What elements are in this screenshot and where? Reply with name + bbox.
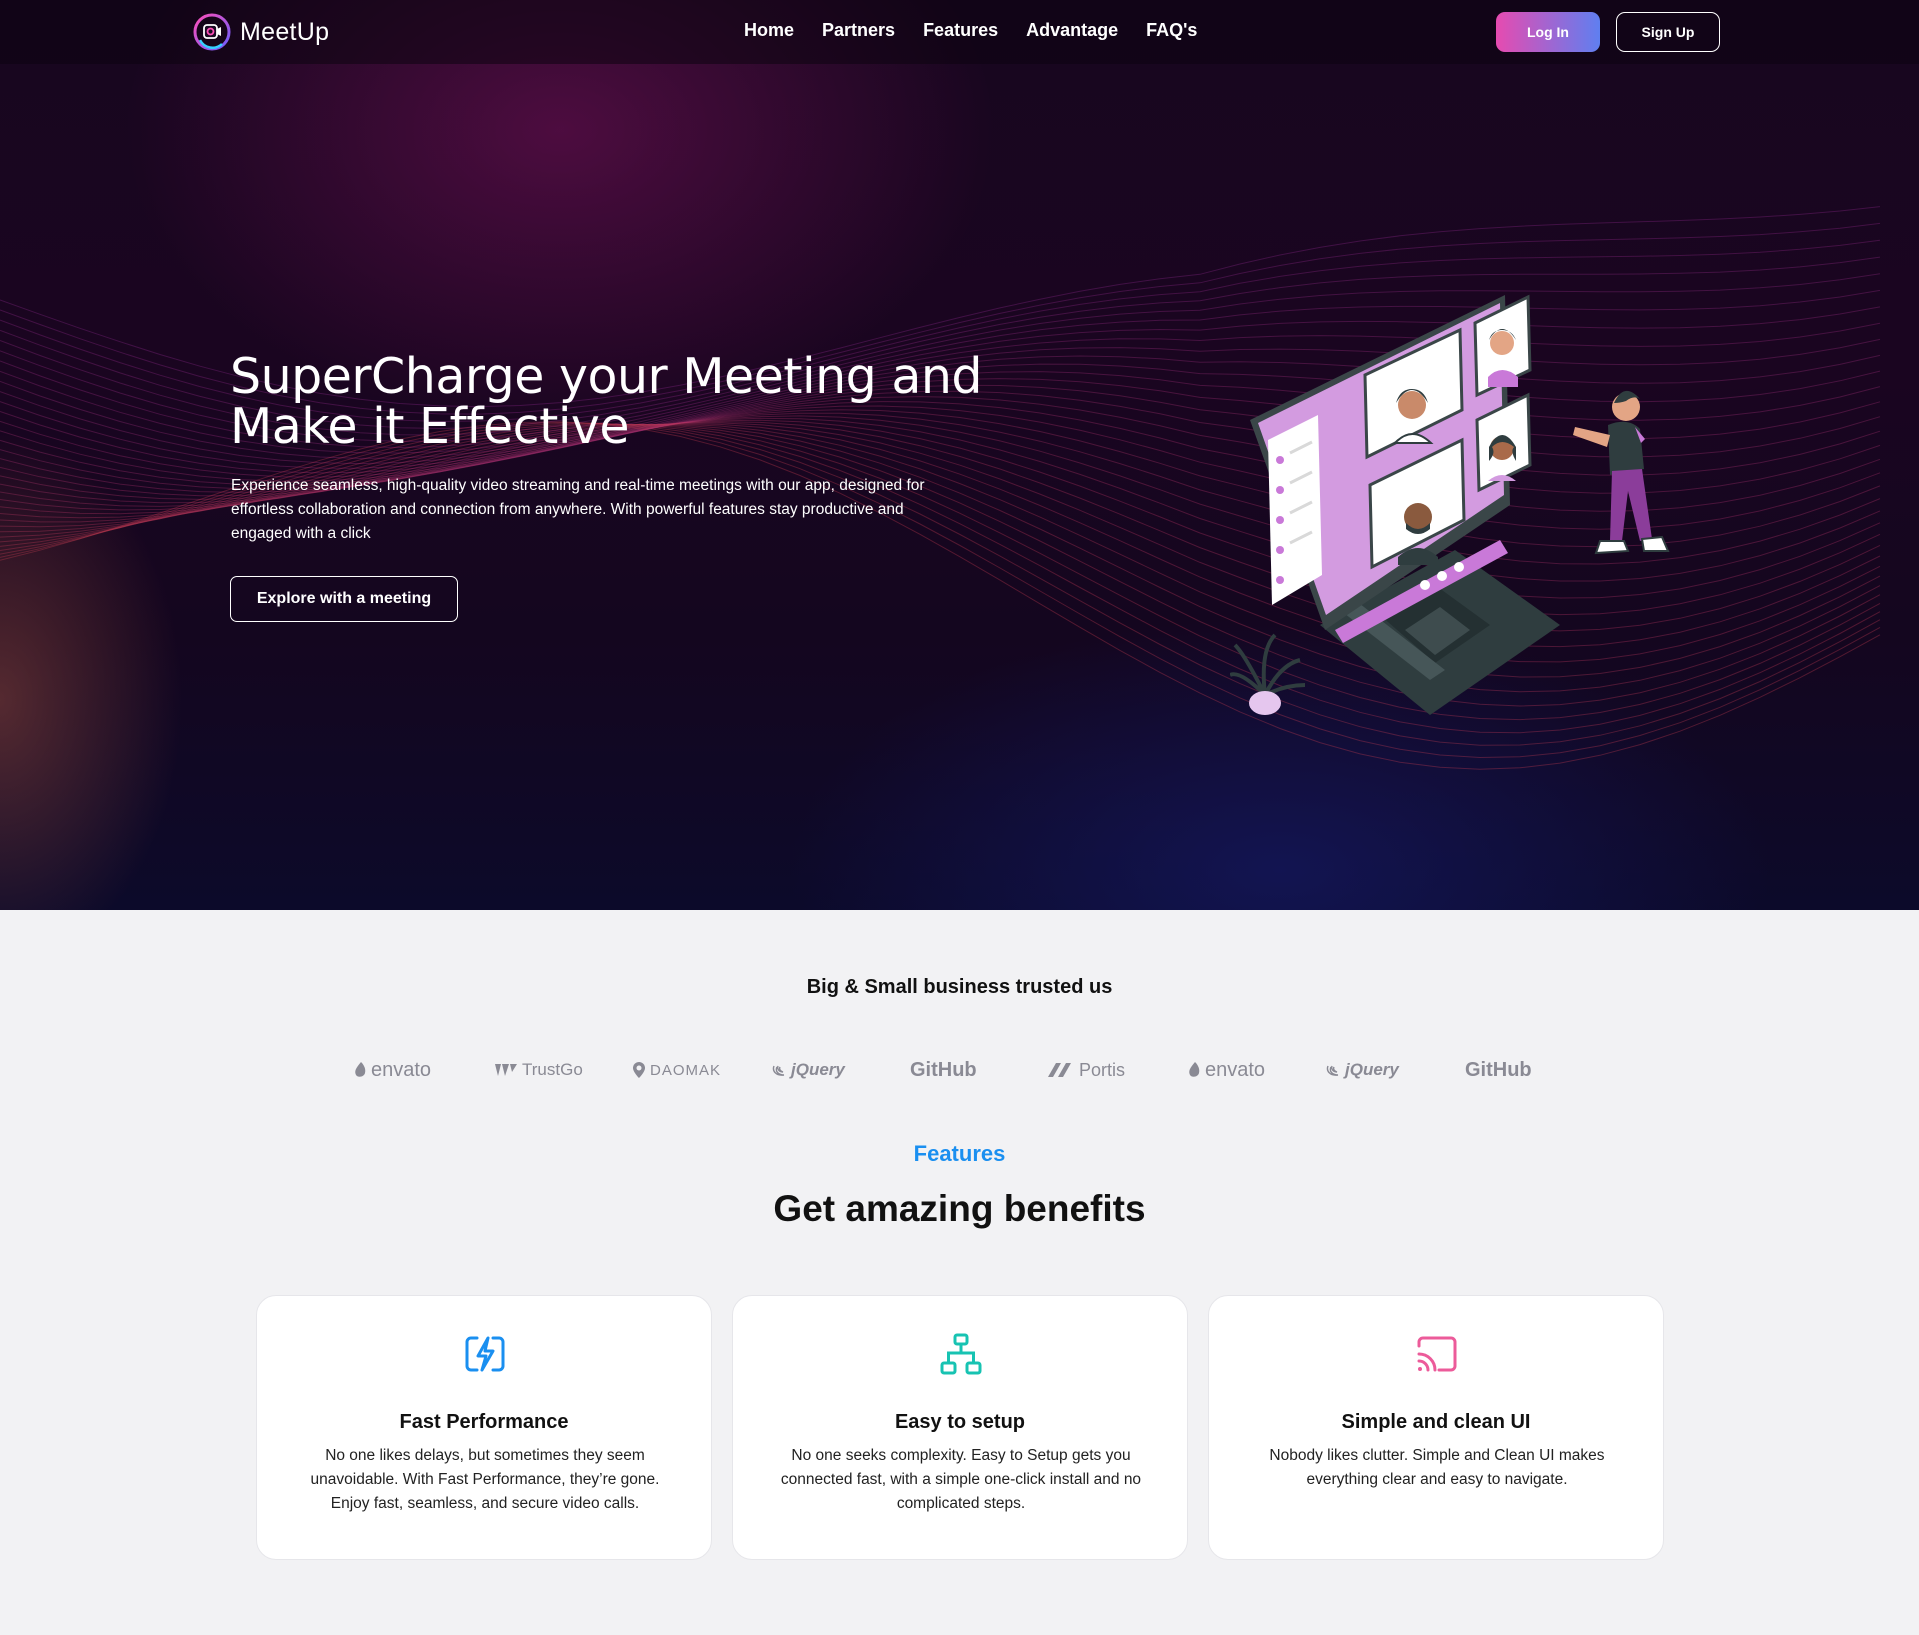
nav-link-features[interactable]: Features	[923, 20, 998, 41]
sitemap-icon	[940, 1333, 982, 1375]
feature-description: No one seeks complexity. Easy to Setup g…	[780, 1447, 1142, 1512]
feature-title: Simple and clean UI	[1341, 1411, 1531, 1433]
brand-logo-github-2: GitHub	[1465, 1055, 1532, 1085]
logo[interactable]: MeetUp	[192, 12, 329, 52]
lightning-icon	[465, 1336, 505, 1372]
features-heading: Get amazing benefits	[773, 1188, 1146, 1229]
signup-button[interactable]: Sign Up	[1616, 12, 1720, 52]
feature-description: Nobody likes clutter. Simple and Clean U…	[1269, 1447, 1605, 1488]
brand-name: Portis	[1079, 1059, 1126, 1080]
feature-title: Easy to setup	[894, 1411, 1026, 1433]
envato-leaf-icon	[355, 1062, 366, 1077]
brand-name: envato	[1205, 1058, 1266, 1081]
map-pin-icon	[633, 1062, 645, 1078]
brand-logo-github: GitHub	[910, 1055, 977, 1085]
nav-link-advantage[interactable]: Advantage	[1026, 20, 1118, 41]
brand-name: jQuery	[791, 1060, 845, 1079]
brand-logo-jquery: jQuery	[772, 1055, 845, 1085]
brand-name: envato	[371, 1058, 432, 1081]
cast-icon	[1417, 1336, 1457, 1372]
envato-leaf-icon	[1189, 1062, 1200, 1077]
feature-card-simple-ui: Simple and clean UI Nobody likes clutter…	[1208, 1295, 1664, 1560]
trustgo-icon	[495, 1064, 517, 1076]
brand-name: GitHub	[910, 1058, 977, 1081]
brand-logo-trustgo: TrustGo	[495, 1055, 583, 1085]
login-button[interactable]: Log In	[1496, 12, 1600, 52]
explore-meeting-button[interactable]: Explore with a meeting	[230, 576, 458, 622]
nav-link-home[interactable]: Home	[744, 20, 794, 41]
camera-logo-icon	[193, 13, 231, 51]
features-eyebrow: Features	[913, 1141, 1006, 1166]
hero-description: Experience seamless, high-quality video …	[231, 477, 925, 542]
main-nav: Home Partners Features Advantage FAQ's	[744, 20, 1197, 41]
portis-icon	[1048, 1063, 1071, 1077]
feature-card-fast-performance: Fast Performance No one likes delays, bu…	[256, 1295, 712, 1560]
feature-card-easy-setup: Easy to setup No one seeks complexity. E…	[732, 1295, 1188, 1560]
video-meeting-illustration	[1230, 294, 1670, 715]
brand-name: jQuery	[1345, 1060, 1399, 1079]
brand-logos-row: envato TrustGo DAOMAK jQuery GitHub Port…	[350, 1055, 1590, 1085]
feature-title: Fast Performance	[399, 1411, 569, 1433]
brand-name: TrustGo	[522, 1060, 583, 1079]
feature-description: No one likes delays, but sometimes they …	[310, 1447, 660, 1512]
brand-name: MeetUp	[240, 17, 330, 46]
nav-link-faqs[interactable]: FAQ's	[1146, 20, 1197, 41]
hero-title: SuperCharge your Meeting and Make it Eff…	[230, 348, 983, 455]
nav-link-partners[interactable]: Partners	[822, 20, 895, 41]
brand-name: DAOMAK	[650, 1061, 722, 1079]
brand-logo-envato: envato	[354, 1055, 431, 1085]
brand-logo-envato-2: envato	[1188, 1055, 1265, 1085]
brand-name: GitHub	[1465, 1058, 1532, 1081]
jquery-icon	[772, 1065, 785, 1076]
brand-logo-portis: Portis	[1048, 1055, 1125, 1085]
brand-logo-daomak: DAOMAK	[633, 1055, 721, 1085]
hero-section: MeetUp Home Partners Features Advantage …	[0, 0, 1919, 910]
trusted-section-title: Big & Small business trusted us	[806, 976, 1113, 998]
jquery-icon	[1326, 1065, 1339, 1076]
brand-logo-jquery-2: jQuery	[1326, 1055, 1399, 1085]
top-navigation-bar: MeetUp Home Partners Features Advantage …	[0, 0, 1919, 64]
